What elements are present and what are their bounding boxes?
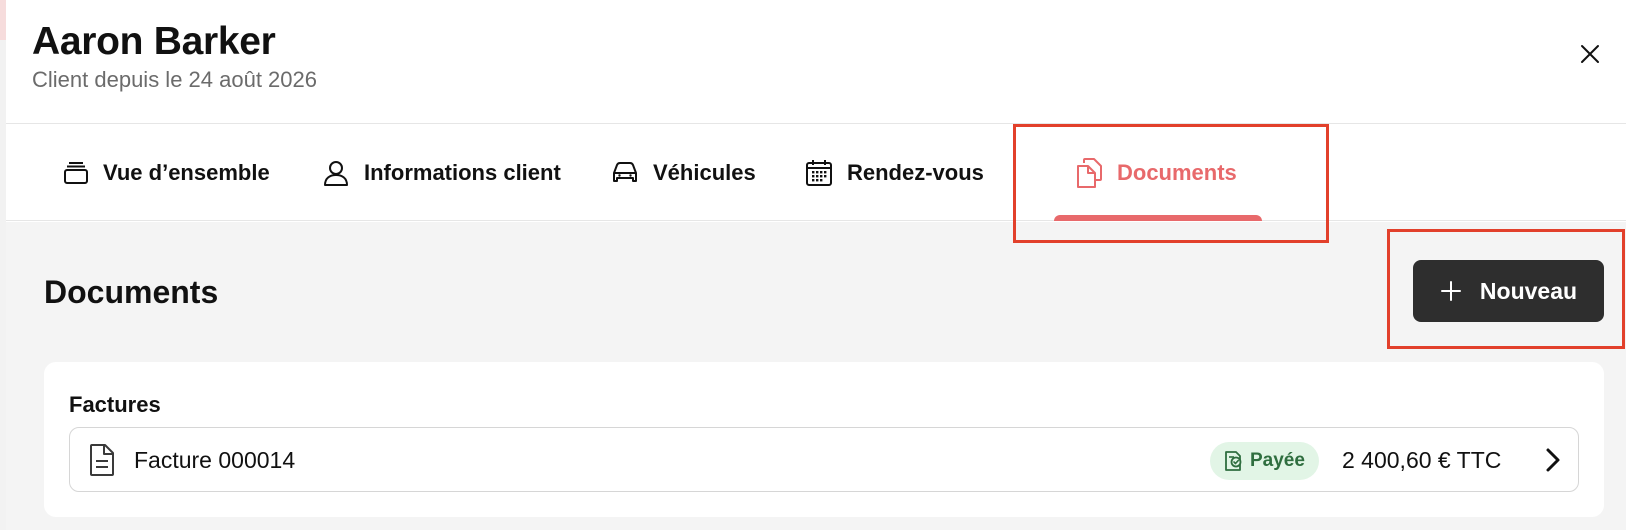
page-title: Documents: [44, 274, 219, 310]
invoices-section-title: Factures: [69, 392, 161, 417]
tab-documents[interactable]: Documents: [1075, 124, 1237, 221]
invoice-amount: 2 400,60 € TTC: [1342, 447, 1502, 473]
tab-overview-label: Vue d’ensemble: [103, 159, 270, 185]
tab-overview[interactable]: Vue d’ensemble: [63, 124, 270, 221]
new-document-button[interactable]: Nouveau: [1413, 260, 1604, 322]
panel-header: Aaron Barker Client depuis le 24 août 20…: [6, 0, 1626, 124]
documents-icon: [1077, 157, 1102, 188]
tab-documents-label: Documents: [1117, 159, 1237, 185]
documents-content: Documents Nouveau Factures Facture 00001…: [6, 222, 1626, 530]
user-icon: [324, 160, 348, 186]
stack-icon: [64, 161, 88, 184]
tab-appointments[interactable]: Rendez-vous: [805, 124, 984, 221]
new-document-button-label: Nouveau: [1479, 277, 1578, 304]
close-button[interactable]: [1572, 36, 1608, 72]
tab-client-info-label: Informations client: [364, 159, 561, 185]
plus-icon: [1440, 281, 1461, 301]
tab-vehicles[interactable]: Véhicules: [611, 124, 756, 221]
calendar-icon: [806, 159, 832, 186]
invoice-name: Facture 000014: [134, 447, 296, 473]
client-name: Aaron Barker: [32, 20, 276, 63]
invoice-row[interactable]: Facture 000014 Payée 2 400,60 € TTC: [69, 427, 1579, 492]
client-since: Client depuis le 24 août 2026: [32, 67, 317, 92]
tab-client-info[interactable]: Informations client: [322, 124, 561, 221]
chevron-right-icon: [1546, 448, 1560, 472]
car-icon: [613, 161, 637, 182]
status-badge-label: Payée: [1250, 450, 1305, 471]
tab-bar: Vue d’ensemble Informations client Véhic…: [6, 124, 1626, 221]
client-panel: Aaron Barker Client depuis le 24 août 20…: [6, 0, 1626, 530]
tab-appointments-label: Rendez-vous: [847, 159, 984, 185]
close-icon: [1581, 45, 1599, 63]
active-tab-indicator: [1054, 215, 1262, 221]
paid-check-icon: [1225, 451, 1242, 471]
status-badge: Payée: [1210, 442, 1319, 480]
tab-vehicles-label: Véhicules: [653, 159, 756, 185]
document-icon: [90, 444, 114, 476]
invoices-card: Factures Facture 000014 Payée 2 400,60 €…: [44, 362, 1604, 517]
